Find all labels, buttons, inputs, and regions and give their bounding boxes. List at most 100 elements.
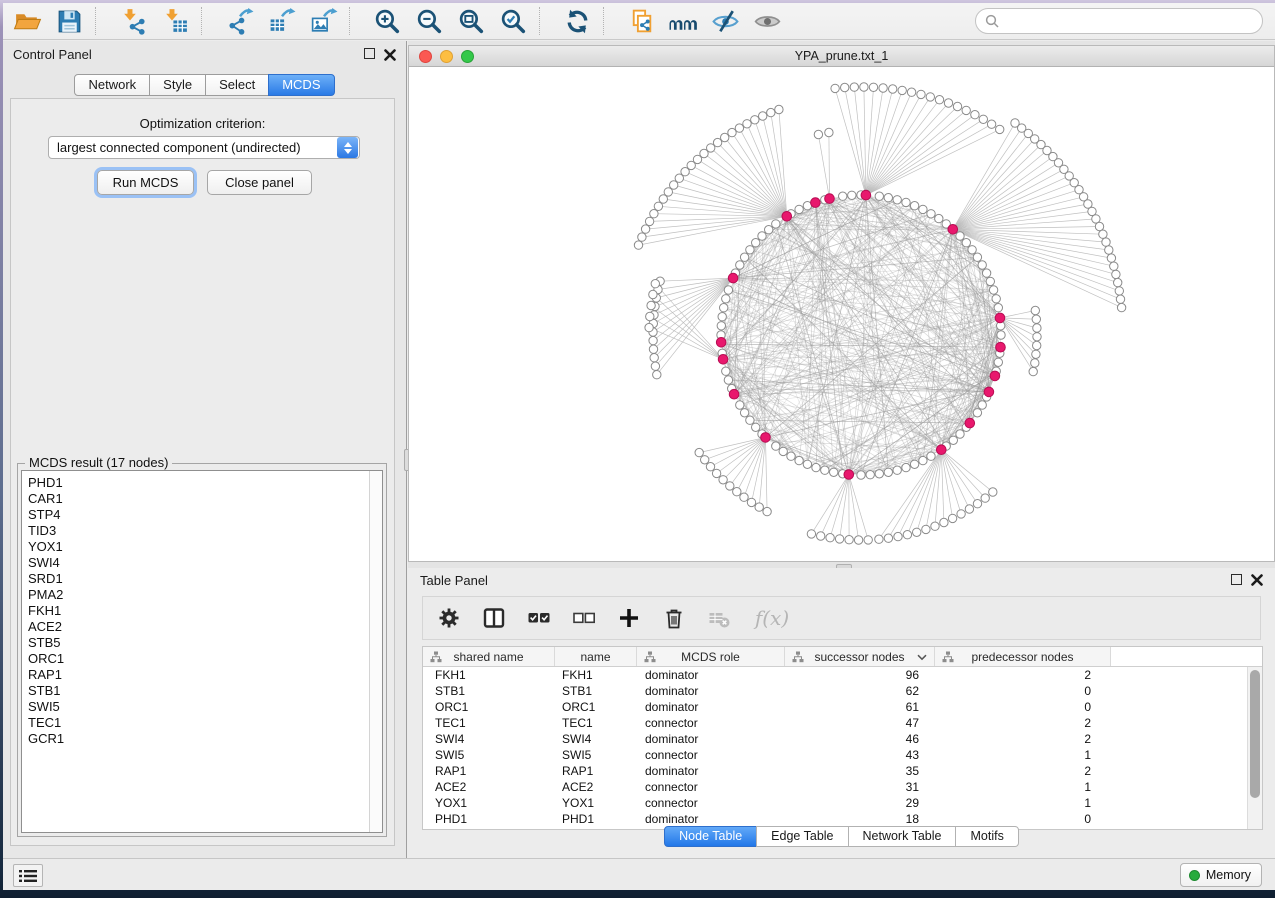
delete-table-button[interactable]	[705, 604, 733, 632]
zoom-out-button[interactable]	[411, 5, 447, 37]
deselect-all-icon	[572, 606, 596, 630]
first-neighbors-button[interactable]	[665, 5, 701, 37]
table-row[interactable]: SWI5 SWI5 connector 43 1	[423, 747, 1262, 763]
table-row[interactable]: STB1 STB1 dominator 62 0	[423, 683, 1262, 699]
open-session-button[interactable]	[9, 5, 45, 37]
run-mcds-button[interactable]: Run MCDS	[97, 170, 194, 195]
cell-name: ORC1	[555, 699, 637, 715]
status-bar: Memory	[3, 858, 1275, 890]
column-header-shared-name[interactable]: shared name	[423, 647, 555, 666]
export-image-button[interactable]	[305, 5, 341, 37]
column-header-mcds-role[interactable]: MCDS role	[637, 647, 785, 666]
table-settings-button[interactable]	[435, 604, 463, 632]
mcds-result-item[interactable]: PMA2	[28, 587, 382, 603]
table-row[interactable]: TEC1 TEC1 connector 47 2	[423, 715, 1262, 731]
close-panel-button-mcds[interactable]: Close panel	[207, 170, 312, 195]
trash-icon	[662, 606, 686, 630]
mcds-result-item[interactable]: SWI4	[28, 555, 382, 571]
search-box[interactable]	[975, 8, 1263, 34]
show-columns-button[interactable]	[480, 604, 508, 632]
tab-style[interactable]: Style	[149, 74, 206, 96]
deselect-all-button[interactable]	[570, 604, 598, 632]
save-session-button[interactable]	[51, 5, 87, 37]
function-builder-button[interactable]: f(x)	[750, 604, 794, 632]
float-panel-button[interactable]	[364, 47, 375, 62]
export-network-icon	[225, 7, 254, 36]
select-all-button[interactable]	[525, 604, 553, 632]
task-history-button[interactable]	[13, 864, 43, 887]
close-table-panel-button[interactable]	[1251, 574, 1263, 586]
mcds-result-item[interactable]: STB1	[28, 683, 382, 699]
column-type-icon	[644, 651, 656, 663]
table-row[interactable]: YOX1 YOX1 connector 29 1	[423, 795, 1262, 811]
clone-network-button[interactable]	[623, 5, 659, 37]
column-header-name[interactable]: name	[555, 647, 637, 666]
table-row[interactable]: SWI4 SWI4 dominator 46 2	[423, 731, 1262, 747]
zoom-fit-button[interactable]	[453, 5, 489, 37]
mcds-list-scrollbar[interactable]	[369, 471, 382, 832]
tab-mcds[interactable]: MCDS	[268, 74, 334, 96]
delete-column-button[interactable]	[660, 604, 688, 632]
tab-motifs[interactable]: Motifs	[955, 826, 1018, 847]
dropdown-stepper-icon	[337, 137, 358, 158]
mcds-result-item[interactable]: CAR1	[28, 491, 382, 507]
cell-successor-nodes: 29	[785, 795, 935, 811]
tab-select[interactable]: Select	[205, 74, 269, 96]
table-row[interactable]: PHD1 PHD1 dominator 18 0	[423, 811, 1262, 827]
mcds-result-item[interactable]: TEC1	[28, 715, 382, 731]
table-scrollbar[interactable]	[1247, 667, 1262, 829]
mcds-result-item[interactable]: GCR1	[28, 731, 382, 747]
mcds-result-item[interactable]: ORC1	[28, 651, 382, 667]
close-panel-button[interactable]	[384, 49, 396, 61]
mcds-result-list[interactable]: PHD1CAR1STP4TID3YOX1SWI4SRD1PMA2FKH1ACE2…	[21, 470, 383, 833]
table-row[interactable]: ORC1 ORC1 dominator 61 0	[423, 699, 1262, 715]
cell-predecessor-nodes: 2	[935, 763, 1111, 779]
tab-node-table[interactable]: Node Table	[664, 826, 757, 847]
add-column-button[interactable]	[615, 604, 643, 632]
import-table-button[interactable]	[157, 5, 193, 37]
network-graph[interactable]	[409, 67, 1274, 561]
open-folder-icon	[13, 7, 42, 36]
export-table-button[interactable]	[263, 5, 299, 37]
search-input[interactable]	[1006, 14, 1256, 29]
mcds-result-item[interactable]: FKH1	[28, 603, 382, 619]
table-row[interactable]: ACE2 ACE2 connector 31 1	[423, 779, 1262, 795]
tab-edge-table[interactable]: Edge Table	[756, 826, 848, 847]
cell-predecessor-nodes: 0	[935, 683, 1111, 699]
column-header-successor-nodes[interactable]: successor nodes	[785, 647, 935, 666]
float-table-panel-button[interactable]	[1231, 573, 1242, 588]
cell-successor-nodes: 18	[785, 811, 935, 827]
memory-button[interactable]: Memory	[1180, 863, 1262, 887]
import-network-button[interactable]	[115, 5, 151, 37]
network-canvas[interactable]	[409, 67, 1274, 561]
table-row[interactable]: FKH1 FKH1 dominator 96 2	[423, 667, 1262, 683]
refresh-button[interactable]	[559, 5, 595, 37]
tab-network-table[interactable]: Network Table	[848, 826, 957, 847]
zoom-in-button[interactable]	[369, 5, 405, 37]
column-header-predecessor-nodes[interactable]: predecessor nodes	[935, 647, 1111, 666]
zoom-selected-button[interactable]	[495, 5, 531, 37]
column-type-icon	[430, 651, 442, 663]
show-all-button[interactable]	[749, 5, 785, 37]
tab-network[interactable]: Network	[74, 74, 150, 96]
criterion-dropdown[interactable]: largest connected component (undirected)	[48, 136, 360, 159]
mcds-result-item[interactable]: RAP1	[28, 667, 382, 683]
mcds-result-item[interactable]: PHD1	[28, 475, 382, 491]
toolbar-separator	[201, 7, 214, 35]
mcds-result-item[interactable]: YOX1	[28, 539, 382, 555]
control-panel-title: Control Panel	[13, 47, 364, 62]
mcds-result-item[interactable]: TID3	[28, 523, 382, 539]
mcds-result-item[interactable]: ACE2	[28, 619, 382, 635]
mcds-result-item[interactable]: SRD1	[28, 571, 382, 587]
mcds-result-item[interactable]: SWI5	[28, 699, 382, 715]
table-scrollbar-thumb[interactable]	[1250, 670, 1260, 798]
delete-table-icon	[707, 606, 731, 630]
select-all-icon	[527, 606, 551, 630]
table-row[interactable]: RAP1 RAP1 dominator 35 2	[423, 763, 1262, 779]
mcds-result-item[interactable]: STB5	[28, 635, 382, 651]
export-network-button[interactable]	[221, 5, 257, 37]
first-neighbors-icon	[669, 7, 698, 36]
network-titlebar[interactable]: YPA_prune.txt_1	[409, 46, 1274, 67]
mcds-result-item[interactable]: STP4	[28, 507, 382, 523]
hide-selected-button[interactable]	[707, 5, 743, 37]
